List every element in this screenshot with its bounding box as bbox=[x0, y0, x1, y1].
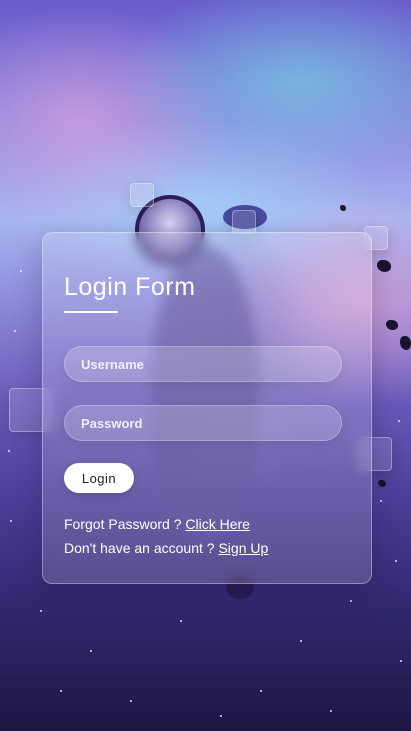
asteroid-rock bbox=[386, 320, 398, 330]
username-input[interactable] bbox=[64, 346, 342, 382]
glass-square-decoration bbox=[130, 183, 154, 207]
password-input[interactable] bbox=[64, 405, 342, 441]
asteroid-rock bbox=[340, 205, 346, 211]
login-button[interactable]: Login bbox=[64, 463, 134, 493]
signup-prompt-label: Don't have an account ? bbox=[64, 540, 219, 556]
login-form-title: Login Form bbox=[64, 273, 196, 301]
click-here-link[interactable]: Click Here bbox=[185, 516, 250, 532]
glass-square-decoration bbox=[232, 210, 256, 234]
signup-prompt-text: Don't have an account ? Sign Up bbox=[64, 540, 268, 556]
asteroid-rock bbox=[377, 260, 391, 272]
asteroid-rock bbox=[378, 480, 386, 487]
sign-up-link[interactable]: Sign Up bbox=[218, 540, 268, 556]
login-form-card: Login Form Login Forgot Password ? Click… bbox=[42, 232, 372, 584]
asteroid-rock bbox=[400, 336, 411, 350]
forgot-password-text: Forgot Password ? Click Here bbox=[64, 516, 250, 532]
title-underline bbox=[64, 311, 118, 313]
forgot-password-label: Forgot Password ? bbox=[64, 516, 186, 532]
